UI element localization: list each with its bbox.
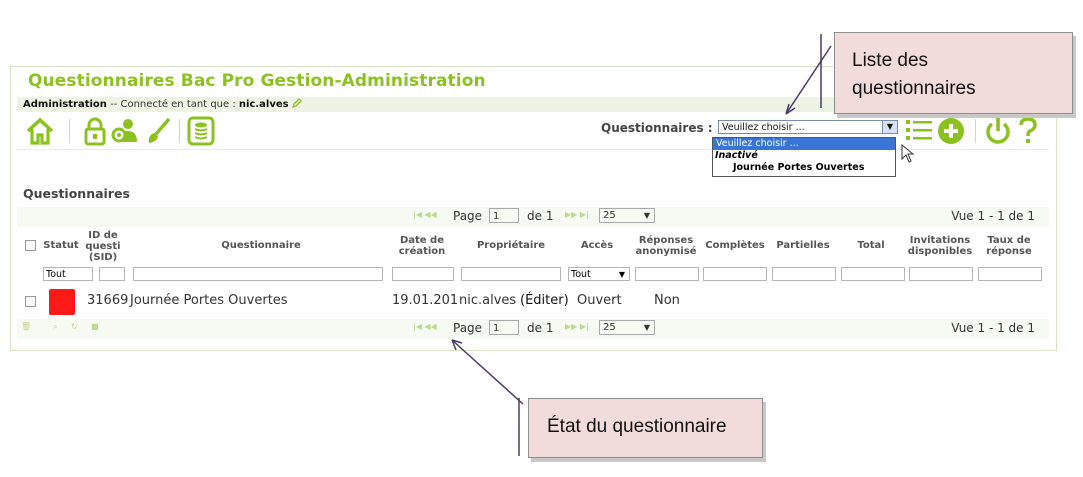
dropdown-group-inactive: Inactivé <box>715 150 758 161</box>
dropdown-option-questionnaire[interactable]: Journée Portes Ouvertes <box>713 162 895 174</box>
callout-list-text: Liste des questionnaires <box>852 50 976 99</box>
callout-state: État du questionnaire <box>528 398 763 458</box>
callout-list: Liste des questionnaires <box>834 32 1073 114</box>
dropdown-option-default[interactable]: Veuillez choisir ... <box>713 138 895 150</box>
callout-state-text: État du questionnaire <box>547 416 727 437</box>
questionnaire-dropdown[interactable]: Veuillez choisir ... Inactivé Journée Po… <box>712 137 896 177</box>
